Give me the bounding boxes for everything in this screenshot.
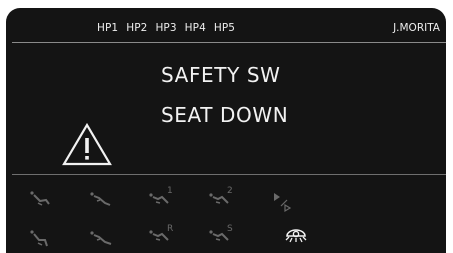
- header-divider: [12, 42, 446, 43]
- message-line-2: SEAT DOWN: [161, 103, 289, 127]
- tab-hp3[interactable]: HP3: [155, 22, 176, 34]
- handpiece-tabs: HP1 HP2 HP3 HP4 HP5: [97, 22, 235, 34]
- panel-screen: HP1 HP2 HP3 HP4 HP5 J.MORITA SAFETY SW S…: [6, 8, 446, 253]
- spittoon-label: S: [227, 224, 233, 234]
- brand-label: J.MORITA: [393, 22, 440, 34]
- return-label: R: [167, 224, 174, 234]
- tab-hp4[interactable]: HP4: [185, 22, 206, 34]
- operating-light-icon[interactable]: [284, 226, 314, 252]
- chair-memory-2-icon[interactable]: 2: [206, 186, 236, 212]
- chair-memory-1-icon[interactable]: 1: [146, 186, 176, 212]
- top-bar: HP1 HP2 HP3 HP4 HP5 J.MORITA: [6, 8, 446, 42]
- chair-position-1-icon[interactable]: [26, 188, 56, 214]
- warning-triangle-icon: [61, 121, 113, 167]
- chair-position-2-icon[interactable]: [86, 188, 116, 214]
- memory-2-label: 2: [227, 186, 233, 196]
- tab-hp2[interactable]: HP2: [126, 22, 147, 34]
- chair-spittoon-icon[interactable]: S: [206, 224, 236, 250]
- controls-divider: [12, 174, 446, 175]
- chair-return-icon[interactable]: R: [146, 224, 176, 250]
- chair-position-4-icon[interactable]: [86, 226, 116, 252]
- chair-position-3-icon[interactable]: [26, 226, 56, 252]
- tab-hp5[interactable]: HP5: [214, 22, 235, 34]
- play-step-icon[interactable]: [268, 188, 298, 214]
- memory-1-label: 1: [167, 186, 173, 196]
- message-line-1: SAFETY SW: [161, 63, 281, 87]
- tab-hp1[interactable]: HP1: [97, 22, 118, 34]
